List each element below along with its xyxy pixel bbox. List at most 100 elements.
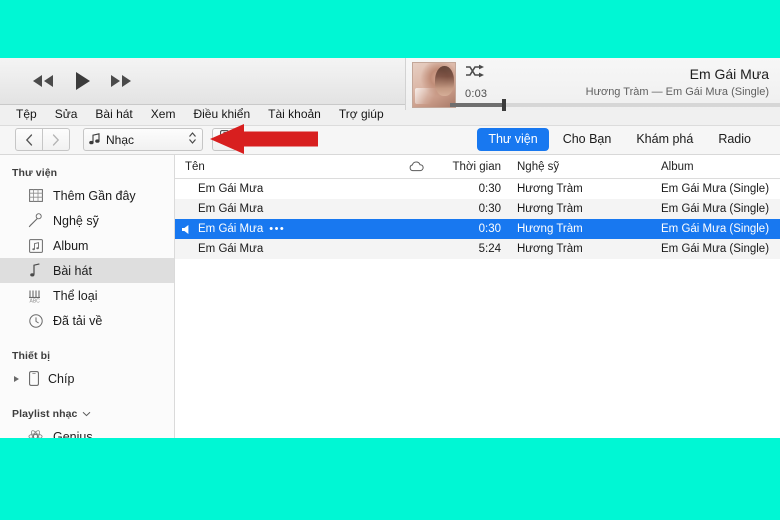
progress-playhead[interactable] [502,99,506,111]
track-artist: Hương Tràm [517,203,583,216]
genre-icon: ABC [27,287,44,304]
tab-cho-ban[interactable]: Cho Bạn [552,128,623,151]
main-area: Thư viện Thêm Gần đây Nghệ sỹ Album Bài … [0,155,780,438]
tab-kham-pha[interactable]: Khám phá [625,128,704,151]
shuffle-icon[interactable] [465,64,485,82]
album-icon [27,237,44,254]
sidebar-item-label: Thể loại [53,288,98,303]
genius-icon [27,428,44,438]
track-name-cell: Em Gái Mưa ••• [175,223,399,235]
sidebar-item-da-tai-ve[interactable]: Đã tải về [0,308,174,333]
playback-progress-slider[interactable] [450,99,780,111]
sidebar-item-chip[interactable]: Chíp [0,366,174,391]
disclosure-triangle-icon[interactable] [14,375,19,382]
tab-thu-vien[interactable]: Thư viện [477,128,549,152]
now-playing-title: Em Gái Mưa [689,66,769,82]
table-row[interactable]: Em Gái Mưa 5:24 Hương Tràm Em Gái Mưa (S… [175,239,780,260]
media-kind-label: Nhạc [106,132,135,147]
table-row[interactable]: Em Gái Mưa ••• 0:30 Hương Tràm Em Gái Mư… [175,219,780,240]
sidebar-item-the-loai[interactable]: ABC Thể loại [0,283,174,308]
column-header-name[interactable]: Tên [175,161,399,173]
sidebar-item-bai-hat[interactable]: Bài hát [0,258,174,284]
chevron-updown-icon[interactable] [188,131,197,148]
track-time: 0:30 [478,203,501,216]
column-header-time[interactable]: Thời gian [433,161,507,173]
svg-text:ABC: ABC [30,298,41,303]
sidebar-item-them-gan-day[interactable]: Thêm Gần đây [0,183,174,208]
sidebar-item-label: Album [53,238,89,253]
sidebar-item-label: Chíp [48,371,75,386]
menu-item-tro-giup[interactable]: Trợ giúp [330,105,393,124]
track-overflow-menu[interactable]: ••• [269,223,285,235]
track-name-cell: Em Gái Mưa [175,203,399,215]
sidebar-section-playlists-title: Playlist nhạc [0,405,174,424]
forward-button[interactable] [43,128,70,152]
play-icon[interactable] [72,70,92,92]
sidebar: Thư viện Thêm Gần đây Nghệ sỹ Album Bài … [0,155,175,438]
sidebar-item-label: Nghệ sỹ [53,213,99,228]
microphone-icon [27,212,44,229]
track-name-cell: Em Gái Mưa [175,183,399,195]
sidebar-item-genius[interactable]: Genius [0,424,174,438]
media-kind-selector[interactable]: Nhạc [83,128,203,152]
progress-filled [450,103,502,107]
track-name: Em Gái Mưa [198,243,264,256]
sidebar-item-label: Bài hát [53,263,92,278]
tracklist-header: Tên Thời gian Nghệ sỹ Album Thể loại [175,155,780,180]
toolbar: Nhạc Thư viện Cho Bạn Khám phá Radio [0,125,780,156]
sidebar-section-library-title: Thư viện [12,167,58,180]
track-time: 0:30 [478,183,501,196]
screenshot-stage: 0:03 Em Gái Mưa Hương Tràm — Em Gái Mưa … [0,0,780,520]
tracklist: Tên Thời gian Nghệ sỹ Album Thể loại [175,155,780,438]
download-clock-icon [27,312,44,329]
speaker-icon [181,224,192,235]
sidebar-item-label: Đã tải về [53,313,103,328]
menu-item-sua[interactable]: Sửa [46,105,87,124]
now-playing-subtitle: Hương Tràm — Em Gái Mưa (Single) [585,86,769,98]
itunes-window: 0:03 Em Gái Mưa Hương Tràm — Em Gái Mưa … [0,58,780,438]
sidebar-section-devices-title: Thiết bị [12,350,51,363]
tracklist-rows: Em Gái Mưa 0:30 Hương Tràm Em Gái Mưa (S… [175,179,780,438]
table-row[interactable]: Em Gái Mưa 0:30 Hương Tràm Em Gái Mưa (S… [175,179,780,199]
sidebar-item-nghe-sy[interactable]: Nghệ sỹ [0,208,174,233]
track-name: Em Gái Mưa [198,223,264,236]
grid-icon [27,187,44,204]
track-artist: Hương Tràm [517,183,583,196]
transport-controls [0,70,134,92]
sidebar-section-playlists-label: Playlist nhạc [12,408,78,421]
track-artist: Hương Tràm [517,223,583,236]
sidebar-item-label: Genius [53,429,93,438]
track-name: Em Gái Mưa [198,183,264,196]
chevron-down-icon[interactable] [82,408,91,420]
back-button[interactable] [15,128,43,152]
column-header-album[interactable]: Album [651,161,780,173]
menu-item-tai-khoan[interactable]: Tài khoản [259,105,330,124]
cloud-icon[interactable] [399,161,433,172]
column-header-artist[interactable]: Nghệ sỹ [507,161,651,173]
track-album: Em Gái Mưa (Single) [661,223,770,236]
track-album: Em Gái Mưa (Single) [661,203,770,216]
music-note-icon [27,262,44,279]
now-playing-text: Em Gái Mưa Hương Tràm — Em Gái Mưa (Sing… [575,58,780,100]
iphone-icon [25,370,42,387]
track-name-cell: Em Gái Mưa [175,243,399,255]
table-row[interactable]: Em Gái Mưa 0:30 Hương Tràm Em Gái Mưa (S… [175,199,780,220]
sidebar-item-label: Thêm Gần đây [53,188,136,203]
track-time: 0:30 [478,223,501,236]
menu-item-xem[interactable]: Xem [142,105,185,124]
elapsed-time: 0:03 [465,88,488,100]
menu-item-tep[interactable]: Tệp [7,105,46,124]
rewind-icon[interactable] [30,73,56,89]
track-artist: Hương Tràm [517,243,583,256]
sidebar-gap-2 [0,391,174,405]
sidebar-item-album[interactable]: Album [0,233,174,258]
player-topbar: 0:03 Em Gái Mưa Hương Tràm — Em Gái Mưa … [0,58,780,149]
track-time: 5:24 [478,243,501,256]
tab-radio[interactable]: Radio [707,128,762,151]
fast-forward-icon[interactable] [108,73,134,89]
menu-item-bai-hat[interactable]: Bài hát [86,105,141,124]
library-tabs: Thư viện Cho Bạn Khám phá Radio [477,128,762,152]
menu-item-dieu-khien[interactable]: Điều khiển [184,105,259,124]
music-note-icon [89,132,100,148]
